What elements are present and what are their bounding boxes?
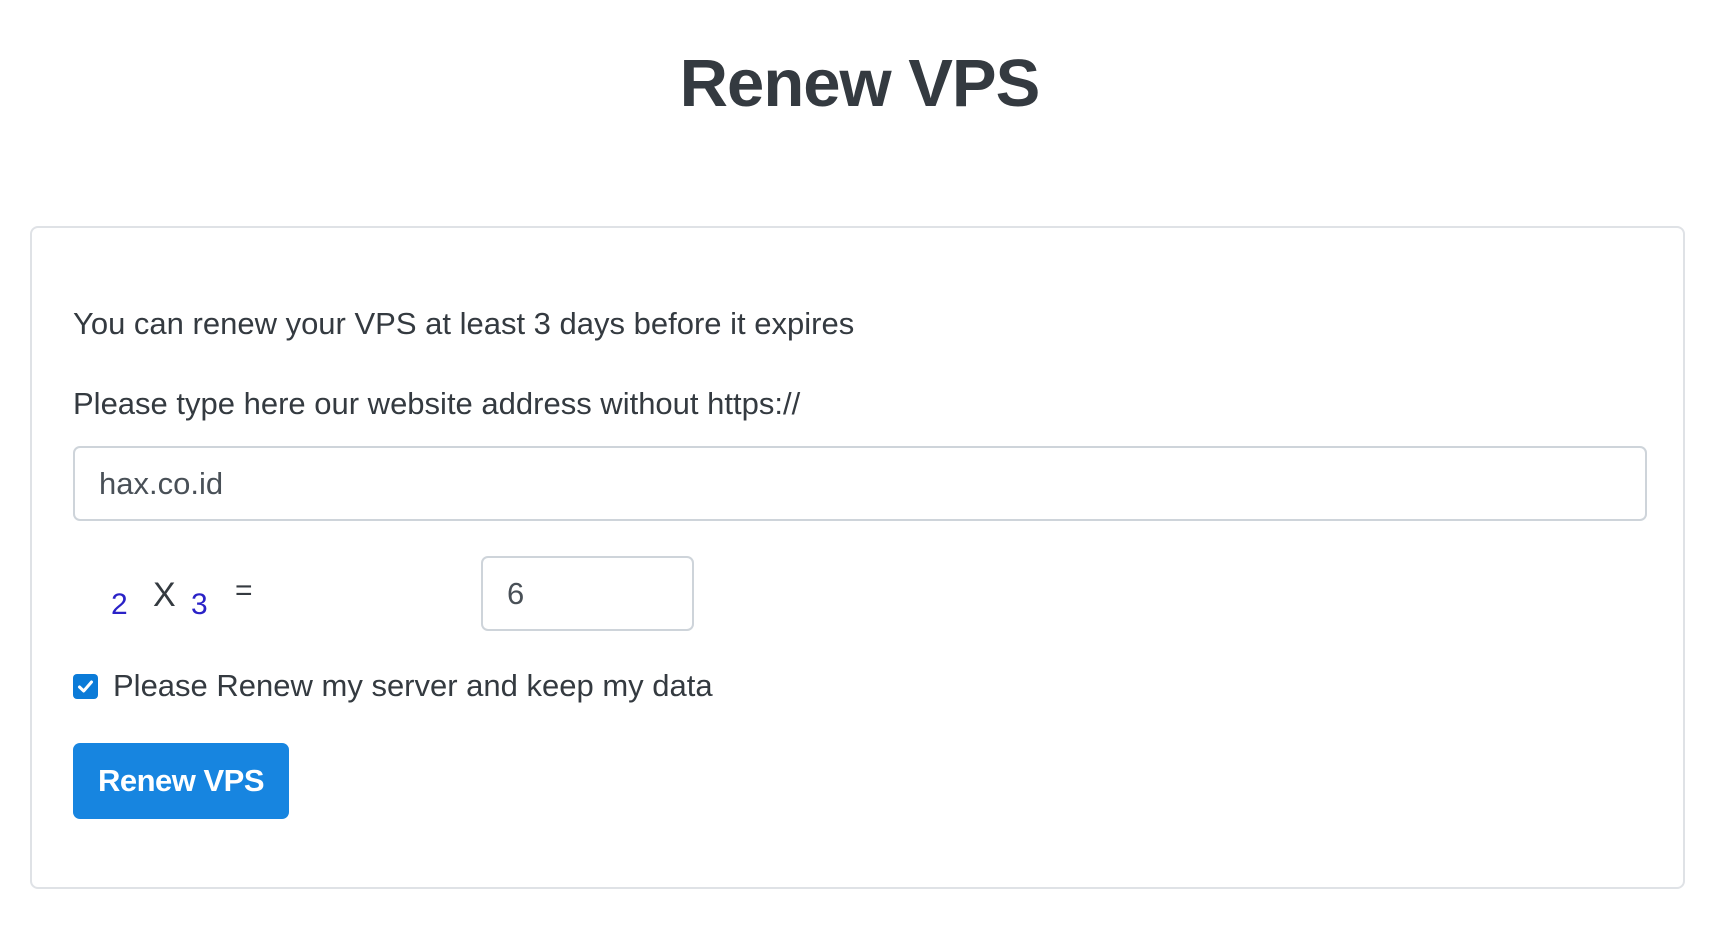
keep-data-option[interactable]: Please Renew my server and keep my data (73, 666, 713, 706)
captcha-answer-input[interactable] (481, 556, 694, 631)
renew-card: You can renew your VPS at least 3 days b… (30, 226, 1685, 889)
keep-data-checkbox[interactable] (73, 673, 98, 699)
keep-data-label[interactable]: Please Renew my server and keep my data (113, 666, 713, 706)
renew-notice: You can renew your VPS at least 3 days b… (73, 306, 855, 341)
captcha-question: 2 X 3 = (73, 562, 473, 622)
page-title: Renew VPS (679, 46, 1041, 121)
renew-vps-button[interactable]: Renew VPS (73, 743, 289, 819)
captcha-operator: X (153, 576, 176, 614)
captcha-operand-b: 3 (191, 588, 208, 621)
check-icon (78, 680, 93, 692)
website-input[interactable] (73, 446, 1647, 521)
website-label: Please type here our website address wit… (73, 386, 801, 421)
captcha-equals: = (235, 574, 253, 607)
captcha-operand-a: 2 (111, 588, 128, 621)
